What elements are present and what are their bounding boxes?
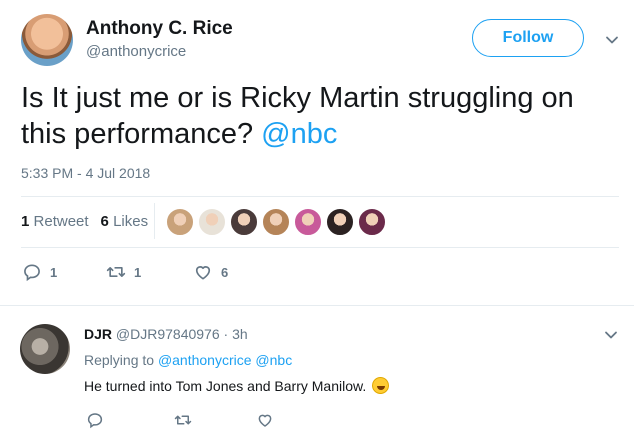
author-handle[interactable]: @anthonycrice	[86, 43, 186, 60]
reply-count: 1	[50, 264, 58, 280]
liker-avatar[interactable]	[294, 208, 322, 236]
heart-icon	[195, 266, 211, 280]
liker-avatar[interactable]	[166, 208, 194, 236]
divider	[0, 305, 634, 306]
likes-stat[interactable]: 6 Likes	[101, 213, 149, 230]
like-action[interactable]: 6	[193, 262, 228, 282]
retweet-stat[interactable]: 1 Retweet	[21, 213, 89, 230]
replying-to-label: Replying to	[84, 352, 158, 368]
retweet-action-count: 1	[134, 264, 142, 280]
stats-separator	[154, 203, 155, 239]
follow-button[interactable]: Follow	[472, 19, 584, 57]
liker-avatar[interactable]	[230, 208, 258, 236]
reply-icon	[24, 264, 40, 282]
replying-to: Replying to @anthonycrice @nbc	[84, 352, 292, 368]
retweet-action[interactable]: 1	[106, 262, 141, 282]
author-name[interactable]: Anthony C. Rice	[86, 18, 233, 40]
retweet-icon	[174, 415, 192, 425]
likers-avatars	[166, 208, 386, 236]
liker-avatar[interactable]	[358, 208, 386, 236]
divider	[21, 247, 619, 248]
reply-author-avatar[interactable]	[20, 324, 70, 374]
reply-time[interactable]: · 3h	[224, 326, 248, 342]
author-avatar[interactable]	[21, 14, 73, 66]
heart-icon	[258, 414, 272, 427]
like-count: 6	[221, 264, 229, 280]
chevron-down-icon[interactable]	[605, 33, 619, 47]
retweet-icon	[106, 267, 126, 277]
divider	[21, 196, 619, 197]
retweet-stat-label: Retweet	[33, 213, 89, 230]
tweet-mention-link[interactable]: @nbc	[261, 118, 337, 150]
likes-count: 6	[100, 213, 109, 230]
reply-text: He turned into Tom Jones and Barry Manil…	[84, 377, 390, 394]
replying-to-mention[interactable]: @anthonycrice	[158, 352, 252, 368]
liker-avatar[interactable]	[262, 208, 290, 236]
liker-avatar[interactable]	[198, 208, 226, 236]
reply-text-body: He turned into Tom Jones and Barry Manil…	[84, 378, 367, 394]
tweet-text: Is It just me or is Ricky Martin struggl…	[21, 80, 621, 152]
replying-to-mention[interactable]: @nbc	[255, 352, 292, 368]
reply-author-handle[interactable]: @DJR97840976	[116, 326, 220, 342]
liker-avatar[interactable]	[326, 208, 354, 236]
reply-like-action[interactable]	[256, 411, 274, 434]
reply-retweet-action[interactable]	[174, 411, 192, 434]
tweet-timestamp[interactable]: 5:33 PM - 4 Jul 2018	[21, 165, 150, 181]
chevron-down-icon[interactable]	[604, 328, 618, 342]
laughing-emoji-icon	[372, 377, 390, 394]
reply-action[interactable]: 1	[22, 262, 57, 282]
reply-header: DJR @DJR97840976 · 3h	[84, 326, 248, 342]
retweet-count: 1	[21, 213, 30, 230]
reply-author-name[interactable]: DJR	[84, 326, 112, 342]
reply-icon	[87, 413, 103, 429]
reply-reply-action[interactable]	[86, 411, 104, 434]
likes-stat-label: Likes	[113, 213, 149, 230]
tweet-stats: 1 Retweet 6 Likes	[21, 213, 148, 230]
